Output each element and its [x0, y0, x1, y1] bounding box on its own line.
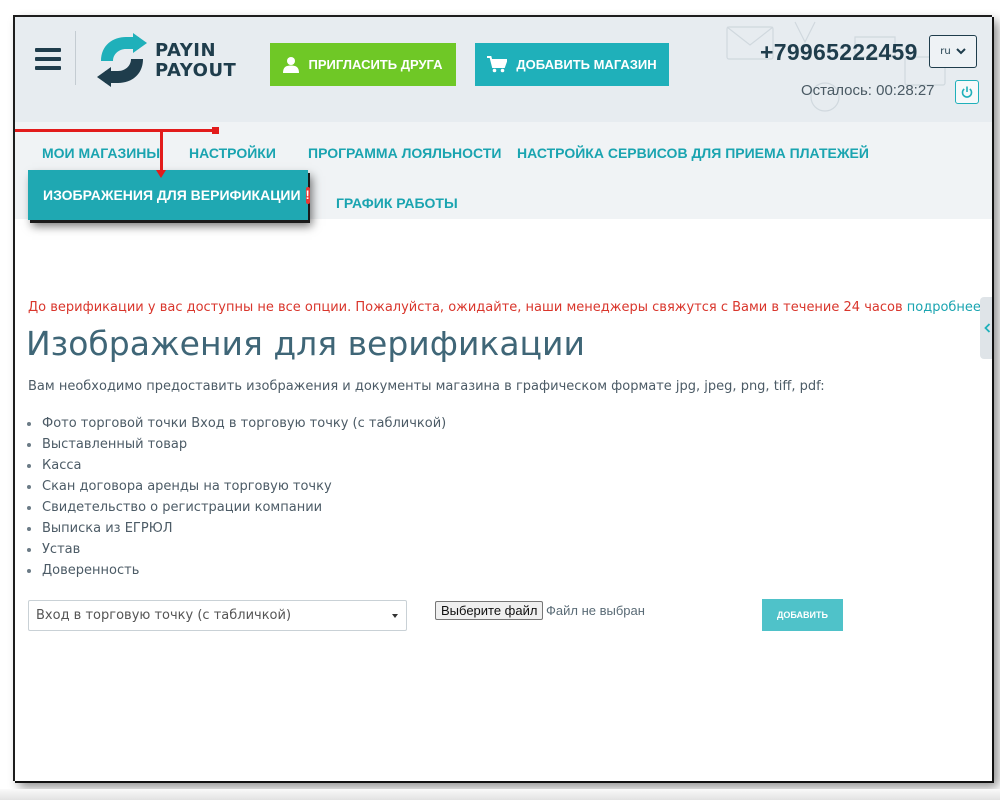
list-item: Выставленный товар	[26, 434, 446, 455]
dropdown-caret-icon	[392, 614, 398, 618]
nav-my-stores[interactable]: МОИ МАГАЗИНЫ	[42, 145, 160, 161]
language-value: ru	[940, 46, 951, 57]
nav-payment-services[interactable]: НАСТРОЙКА СЕРВИСОВ ДЛЯ ПРИЕМА ПЛАТЕЖЕЙ	[517, 145, 869, 161]
add-store-label: ДОБАВИТЬ МАГАЗИН	[516, 57, 657, 72]
logo[interactable]: PAYIN PAYOUT	[93, 27, 243, 89]
app-window: PAYIN PAYOUT ПРИГЛАСИТЬ ДРУГА ДОБАВИТЬ М…	[13, 15, 992, 781]
document-type-value: Вход в торговую точку (с табличкой)	[36, 608, 292, 623]
add-store-button[interactable]: ДОБАВИТЬ МАГАЗИН	[475, 43, 669, 86]
annotation-line-vertical	[160, 129, 163, 173]
notice-more-link[interactable]: подробнее	[907, 300, 981, 315]
logo-mark-icon	[97, 33, 147, 87]
session-timer: Осталось: 00:28:27	[801, 82, 935, 99]
logo-line-1: PAYIN	[155, 40, 217, 61]
nav-settings[interactable]: НАСТРОЙКИ	[189, 145, 276, 161]
annotation-dot	[212, 127, 219, 134]
list-item: Касса	[26, 455, 446, 476]
verification-notice-text: До верификации у вас доступны не все опц…	[28, 300, 903, 315]
nav-verification-images-label: ИЗОБРАЖЕНИЯ ДЛЯ ВЕРИФИКАЦИИ	[43, 187, 301, 203]
list-item: Скан договора аренды на торговую точку	[26, 476, 446, 497]
nav-verification-images[interactable]: ИЗОБРАЖЕНИЯ ДЛЯ ВЕРИФИКАЦИИ !	[28, 170, 310, 220]
logout-button[interactable]	[955, 80, 979, 104]
user-icon	[283, 57, 300, 73]
annotation-arrow-icon	[156, 170, 166, 178]
header: PAYIN PAYOUT ПРИГЛАСИТЬ ДРУГА ДОБАВИТЬ М…	[15, 17, 992, 122]
language-select[interactable]: ru	[929, 35, 977, 68]
annotation-line	[15, 129, 218, 132]
page-edge	[0, 0, 12, 800]
page-description: Вам необходимо предоставить изображения …	[28, 379, 825, 394]
chevron-left-icon	[983, 323, 990, 333]
alert-icon: !	[305, 186, 310, 204]
support-phone[interactable]: +79965222459	[760, 39, 918, 66]
bottom-edge	[0, 789, 1000, 800]
list-item: Доверенность	[26, 560, 446, 581]
list-item: Свидетельство о регистрации компании	[26, 497, 446, 518]
page-title: Изображения для верификации	[26, 324, 585, 363]
power-icon	[961, 86, 973, 98]
required-documents-list: Фото торговой точки Вход в торговую точк…	[25, 413, 446, 581]
side-panel-toggle[interactable]	[980, 297, 992, 359]
header-divider	[75, 31, 76, 85]
invite-friend-button[interactable]: ПРИГЛАСИТЬ ДРУГА	[270, 43, 456, 86]
chevron-down-icon	[956, 48, 966, 55]
cart-icon	[487, 56, 508, 73]
document-type-select[interactable]: Вход в торговую точку (с табличкой)	[28, 600, 407, 631]
add-document-button[interactable]: ДОБАВИТЬ	[762, 599, 843, 631]
nav-loyalty-program[interactable]: ПРОГРАММА ЛОЯЛЬНОСТИ	[308, 145, 501, 161]
file-status: Файл не выбран	[546, 603, 645, 618]
logo-text: PAYIN PAYOUT	[155, 41, 236, 81]
menu-icon[interactable]	[35, 48, 61, 70]
logo-line-2: PAYOUT	[155, 60, 237, 81]
invite-friend-label: ПРИГЛАСИТЬ ДРУГА	[308, 57, 443, 72]
verification-notice: До верификации у вас доступны не все опц…	[28, 300, 981, 315]
list-item: Фото торговой точки Вход в торговую точк…	[26, 413, 446, 434]
list-item: Выписка из ЕГРЮЛ	[26, 518, 446, 539]
nav-work-schedule[interactable]: ГРАФИК РАБОТЫ	[336, 195, 458, 211]
choose-file-button[interactable]: Выберите файл	[435, 601, 544, 620]
header-background-pattern	[726, 21, 946, 112]
list-item: Устав	[26, 539, 446, 560]
